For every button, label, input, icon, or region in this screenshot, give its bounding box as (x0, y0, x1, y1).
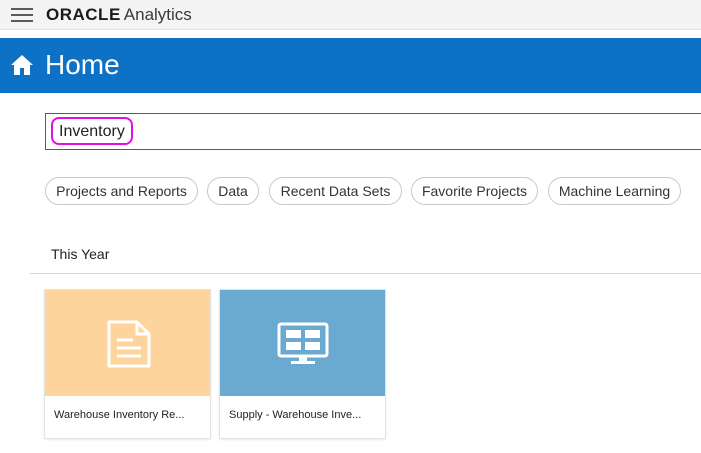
brand-logo: ORACLE Analytics (46, 5, 192, 25)
chip-recent-data-sets[interactable]: Recent Data Sets (269, 177, 402, 205)
chip-data[interactable]: Data (207, 177, 259, 205)
chip-favorite-projects[interactable]: Favorite Projects (411, 177, 538, 205)
chip-machine-learning[interactable]: Machine Learning (548, 177, 681, 205)
chip-projects-and-reports[interactable]: Projects and Reports (45, 177, 198, 205)
brand-product-text: Analytics (123, 5, 192, 24)
hamburger-menu-icon[interactable] (11, 8, 33, 22)
card-thumbnail (45, 290, 210, 396)
page-header: Home (0, 38, 701, 93)
card-thumbnail (220, 290, 385, 396)
brand-oracle-text: ORACLE (46, 5, 121, 24)
top-bar: ORACLE Analytics (0, 0, 701, 30)
section-title: This Year (51, 246, 110, 262)
document-icon (107, 320, 151, 368)
dashboard-monitor-icon (277, 322, 329, 364)
search-input[interactable] (46, 114, 701, 149)
page-title: Home (45, 49, 120, 80)
home-icon[interactable] (10, 54, 34, 76)
section-divider (30, 273, 701, 274)
card-title: Supply - Warehouse Inve... (229, 409, 362, 421)
search-box[interactable] (45, 113, 701, 150)
project-card-supply-warehouse[interactable]: Supply - Warehouse Inve... (220, 290, 385, 438)
app-window: ORACLEAnalytics Home Projects and Report… (0, 0, 701, 453)
card-title: Warehouse Inventory Re... (54, 409, 185, 421)
project-card-warehouse-inventory[interactable]: Warehouse Inventory Re... (45, 290, 210, 438)
